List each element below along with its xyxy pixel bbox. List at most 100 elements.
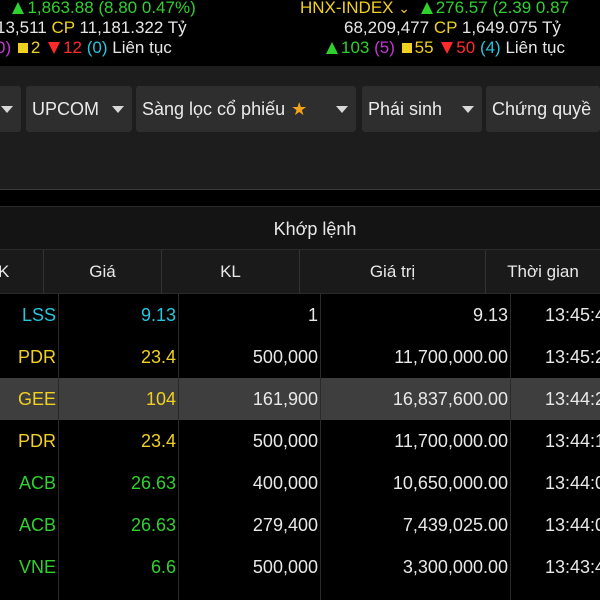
column-volume[interactable]: KL — [162, 250, 300, 294]
chevron-down-icon[interactable]: ⌄ — [398, 0, 410, 16]
vnindex-value: 1,863.88 — [27, 0, 94, 17]
trade-volume — [178, 588, 320, 600]
derivatives-label: Phái sinh — [368, 99, 443, 119]
cp-label: CP — [51, 18, 75, 37]
arrow-up-icon — [420, 2, 433, 14]
column-time[interactable]: Thời gian — [486, 250, 600, 294]
trade-volume: 500,000 — [252, 347, 318, 367]
trade-volume: 500,000 — [252, 431, 318, 451]
chevron-down-icon — [1, 106, 13, 113]
stock-screener-dropdown[interactable]: Sàng lọc cổ phiếu ★ — [136, 86, 356, 132]
trade-symbol: PDR — [17, 347, 56, 367]
arrow-down-icon — [441, 42, 454, 54]
arrow-down-icon — [48, 42, 61, 54]
trade-value: 9.13 — [472, 305, 508, 325]
trade-volume: 500,000 — [252, 557, 318, 577]
vnindex-floor-count: (0) — [86, 38, 108, 57]
column-value[interactable]: Giá trị — [300, 250, 486, 294]
vnindex-volume: 13,511 — [0, 18, 47, 37]
hnx-floor-count: (4) — [479, 38, 501, 57]
trade-symbol: ACB — [18, 515, 56, 535]
unchanged-square-icon — [401, 43, 412, 53]
unit-label: Tỷ — [167, 18, 187, 37]
trade-symbol: LSS — [21, 305, 56, 325]
hnx-cp-value: 1,649.075 — [461, 18, 538, 37]
vnindex-cp-value: 11,181.322 — [79, 18, 164, 37]
trade-price: 104 — [145, 389, 176, 409]
trade-value: 11,700,000.00 — [394, 347, 508, 367]
upcom-label: UPCOM — [32, 99, 99, 119]
trade-volume: 161,900 — [252, 389, 318, 409]
trade-price: 26.63 — [130, 473, 176, 493]
column-divider — [510, 294, 511, 600]
trade-symbol: PDR — [17, 431, 56, 451]
star-icon[interactable]: ★ — [291, 99, 307, 119]
cp-label: CP — [433, 18, 458, 37]
trade-volume: 400,000 — [252, 473, 318, 493]
trade-price: 9.02 — [58, 588, 178, 600]
hnx-line-1: HNX-INDEX ⌄ 276.57 (2.39 0.87 — [300, 0, 569, 18]
trade-value: 16,837,600.00 — [392, 389, 508, 409]
unit-label: Tỷ — [541, 18, 561, 37]
hnx-line-2: 68,209,477 CP 1,649.075 Tỷ — [344, 18, 561, 38]
hnx-index-name[interactable]: HNX-INDEX — [300, 0, 394, 17]
trade-time: 13:44:0 — [545, 515, 600, 535]
trade-time: 13:43:4 — [545, 557, 600, 577]
column-symbol[interactable]: K — [0, 250, 44, 294]
column-divider — [58, 294, 59, 600]
column-price[interactable]: Giá — [44, 250, 162, 294]
hnx-change: (2.39 0.87 — [492, 0, 570, 17]
index-ticker: ⌄ 1,863.88 (8.80 0.47%) 13,511 CP 11,181… — [0, 0, 600, 66]
hnx-unchanged-count: 55 — [414, 38, 434, 57]
trade-symbol: VNE — [18, 557, 56, 577]
screener-label: Sàng lọc cổ phiếu — [142, 99, 286, 119]
spacer — [0, 191, 600, 206]
trade-price: 23.4 — [140, 431, 176, 451]
hnx-up-count: 103 — [341, 38, 370, 57]
trade-symbol: GEE — [17, 389, 56, 409]
unchanged-square-icon — [17, 43, 28, 53]
chevron-down-icon — [462, 106, 474, 113]
vnindex-down-count: 12 — [63, 38, 82, 57]
trade-symbol: ACB — [18, 473, 56, 493]
warrants-dropdown[interactable]: Chứng quyề — [486, 86, 600, 132]
trade-value: 10,650,000.00 — [392, 473, 508, 493]
breadth-partial: 0) — [0, 38, 12, 57]
hnx-value: 276.57 — [435, 0, 488, 17]
trade-time: 13:43: — [510, 588, 600, 600]
derivatives-dropdown[interactable]: Phái sinh — [362, 86, 482, 132]
warrants-label: Chứng quyề — [492, 99, 592, 119]
hnx-session: Liên tục — [505, 38, 565, 57]
trade-volume: 279,400 — [252, 515, 318, 535]
hnx-volume: 68,209,477 — [344, 18, 430, 37]
trade-time: 13:44:2 — [545, 389, 600, 409]
trade-time: 13:45:4 — [545, 305, 600, 325]
trade-time: 13:44:0 — [545, 473, 600, 493]
vnindex-line-1: ⌄ 1,863.88 (8.80 0.47%) — [0, 0, 196, 18]
vnindex-line-3: 0) 2 12 (0) Liên tục — [0, 38, 172, 58]
arrow-up-icon — [326, 42, 338, 54]
trade-value: 3,300,000.00 — [402, 557, 508, 577]
table-header: K Giá KL Giá trị Thời gian — [0, 250, 600, 294]
vnindex-line-2: 13,511 CP 11,181.322 Tỷ — [0, 18, 187, 38]
chevron-down-icon — [336, 106, 348, 113]
hnx-ceiling-count: (5) — [374, 38, 395, 57]
vnindex-change: (8.80 0.47%) — [98, 0, 196, 17]
trade-symbol: SCR — [0, 588, 58, 600]
exchange-dropdown-partial[interactable] — [0, 86, 21, 132]
trade-price: 9.13 — [140, 305, 176, 325]
trade-volume: 1 — [307, 305, 318, 325]
hnx-line-3: 103 (5) 55 50 (4) Liên tục — [326, 38, 565, 58]
vnindex-session: Liên tục — [112, 38, 172, 57]
upcom-dropdown[interactable]: UPCOM — [26, 86, 132, 132]
trade-price: 6.6 — [150, 557, 176, 577]
trade-value — [320, 588, 510, 600]
arrow-up-icon — [12, 2, 25, 14]
trade-value: 7,439,025.00 — [402, 515, 508, 535]
trade-price: 26.63 — [130, 515, 176, 535]
filter-toolbar: UPCOM Sàng lọc cổ phiếu ★ Phái sinh Chứng… — [0, 66, 600, 190]
column-divider — [320, 294, 321, 600]
trade-time: 13:44:1 — [545, 431, 600, 451]
trade-value: 11,700,000.00 — [394, 431, 508, 451]
column-divider — [178, 294, 179, 600]
